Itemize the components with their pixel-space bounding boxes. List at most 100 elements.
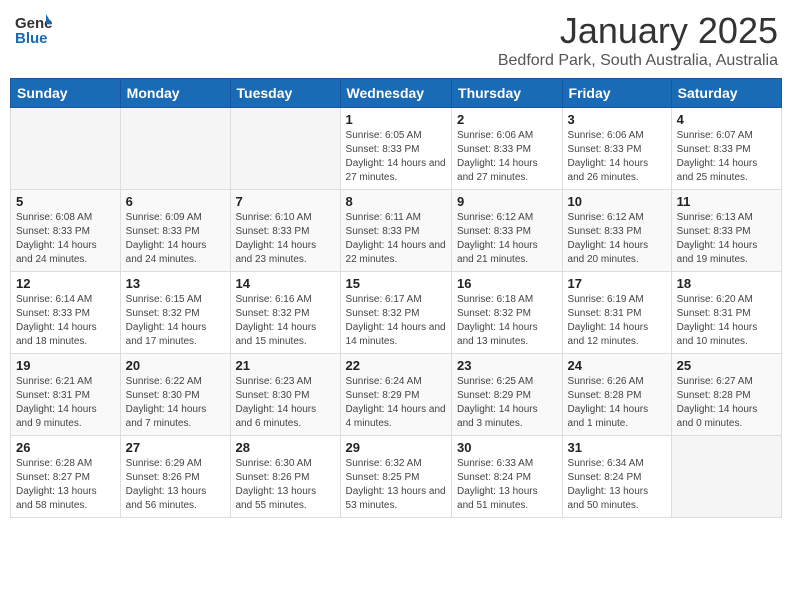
week-row-4: 19 Sunrise: 6:21 AM Sunset: 8:31 PM Dayli… [11,354,782,436]
day-number: 14 [236,276,335,291]
day-number: 4 [677,112,776,127]
day-info: Sunrise: 6:27 AM Sunset: 8:28 PM Dayligh… [677,375,776,431]
day-number: 2 [457,112,557,127]
calendar-cell: 29Sunrise: 6:32 AM Sunset: 8:25 PM Dayli… [340,436,451,518]
day-info: Sunrise: 6:09 AM Sunset: 8:33 PM Dayligh… [126,211,225,267]
calendar-cell: 1 Sunrise: 6:05 AM Sunset: 8:33 PM Daylig… [340,108,451,190]
calendar-cell: 13 Sunrise: 6:15 AM Sunset: 8:32 PM Dayli… [120,272,230,354]
day-number: 30 [457,440,557,455]
calendar-cell [230,108,340,190]
day-info: Sunrise: 6:13 AM Sunset: 8:33 PM Dayligh… [677,211,776,267]
day-number: 27 [126,440,225,455]
calendar-cell: 5Sunrise: 6:08 AM Sunset: 8:33 PM Daylig… [11,190,121,272]
calendar-cell: 8 Sunrise: 6:11 AM Sunset: 8:33 PM Daylig… [340,190,451,272]
day-number: 22 [346,358,446,373]
day-info: Sunrise: 6:34 AM Sunset: 8:24 PM Dayligh… [568,457,666,513]
day-info: Sunrise: 6:19 AM Sunset: 8:31 PM Dayligh… [568,293,666,349]
day-info: Sunrise: 6:20 AM Sunset: 8:31 PM Dayligh… [677,293,776,349]
day-info: Sunrise: 6:32 AM Sunset: 8:25 PM Dayligh… [346,457,446,513]
day-number: 3 [568,112,666,127]
calendar-cell: 2 Sunrise: 6:06 AM Sunset: 8:33 PM Daylig… [452,108,563,190]
weekday-header-thursday: Thursday [452,79,563,108]
calendar-cell: 18 Sunrise: 6:20 AM Sunset: 8:31 PM Dayli… [671,272,781,354]
day-info: Sunrise: 6:07 AM Sunset: 8:33 PM Dayligh… [677,129,776,185]
day-info: Sunrise: 6:10 AM Sunset: 8:33 PM Dayligh… [236,211,335,267]
logo: General Blue [14,10,52,53]
weekday-header-sunday: Sunday [11,79,121,108]
day-info: Sunrise: 6:06 AM Sunset: 8:33 PM Dayligh… [568,129,666,185]
day-number: 18 [677,276,776,291]
calendar-cell: 19 Sunrise: 6:21 AM Sunset: 8:31 PM Dayli… [11,354,121,436]
week-row-2: 5Sunrise: 6:08 AM Sunset: 8:33 PM Daylig… [11,190,782,272]
day-info: Sunrise: 6:28 AM Sunset: 8:27 PM Dayligh… [16,457,115,513]
calendar-cell: 3 Sunrise: 6:06 AM Sunset: 8:33 PM Daylig… [562,108,671,190]
svg-text:Blue: Blue [15,30,48,47]
day-number: 8 [346,194,446,209]
day-info: Sunrise: 6:25 AM Sunset: 8:29 PM Dayligh… [457,375,557,431]
calendar-cell: 4 Sunrise: 6:07 AM Sunset: 8:33 PM Daylig… [671,108,781,190]
weekday-header-friday: Friday [562,79,671,108]
calendar-cell: 23 Sunrise: 6:25 AM Sunset: 8:29 PM Dayli… [452,354,563,436]
day-info: Sunrise: 6:05 AM Sunset: 8:33 PM Dayligh… [346,129,446,185]
day-number: 7 [236,194,335,209]
day-info: Sunrise: 6:24 AM Sunset: 8:29 PM Dayligh… [346,375,446,431]
day-number: 10 [568,194,666,209]
calendar-cell [120,108,230,190]
day-number: 24 [568,358,666,373]
day-info: Sunrise: 6:12 AM Sunset: 8:33 PM Dayligh… [568,211,666,267]
day-number: 9 [457,194,557,209]
day-info: Sunrise: 6:11 AM Sunset: 8:33 PM Dayligh… [346,211,446,267]
day-number: 11 [677,194,776,209]
calendar-cell: 21Sunrise: 6:23 AM Sunset: 8:30 PM Dayli… [230,354,340,436]
day-number: 28 [236,440,335,455]
calendar-cell: 14 Sunrise: 6:16 AM Sunset: 8:32 PM Dayli… [230,272,340,354]
calendar-cell: 16 Sunrise: 6:18 AM Sunset: 8:32 PM Dayli… [452,272,563,354]
calendar-cell: 25 Sunrise: 6:27 AM Sunset: 8:28 PM Dayli… [671,354,781,436]
day-info: Sunrise: 6:14 AM Sunset: 8:33 PM Dayligh… [16,293,115,349]
calendar-cell: 6Sunrise: 6:09 AM Sunset: 8:33 PM Daylig… [120,190,230,272]
weekday-header-monday: Monday [120,79,230,108]
calendar-cell: 27 Sunrise: 6:29 AM Sunset: 8:26 PM Dayli… [120,436,230,518]
weekday-header-tuesday: Tuesday [230,79,340,108]
page-header: General Blue January 2025 Bedford Park, … [10,10,782,70]
day-number: 16 [457,276,557,291]
day-number: 13 [126,276,225,291]
weekday-header-wednesday: Wednesday [340,79,451,108]
calendar-table: SundayMondayTuesdayWednesdayThursdayFrid… [10,78,782,518]
calendar-cell [671,436,781,518]
calendar-cell: 24 Sunrise: 6:26 AM Sunset: 8:28 PM Dayli… [562,354,671,436]
calendar-cell: 31Sunrise: 6:34 AM Sunset: 8:24 PM Dayli… [562,436,671,518]
calendar-cell: 30 Sunrise: 6:33 AM Sunset: 8:24 PM Dayli… [452,436,563,518]
day-number: 25 [677,358,776,373]
day-number: 19 [16,358,115,373]
day-info: Sunrise: 6:30 AM Sunset: 8:26 PM Dayligh… [236,457,335,513]
day-info: Sunrise: 6:16 AM Sunset: 8:32 PM Dayligh… [236,293,335,349]
day-info: Sunrise: 6:06 AM Sunset: 8:33 PM Dayligh… [457,129,557,185]
week-row-5: 26Sunrise: 6:28 AM Sunset: 8:27 PM Dayli… [11,436,782,518]
day-number: 1 [346,112,446,127]
month-title: January 2025 [498,10,778,52]
calendar-cell: 9Sunrise: 6:12 AM Sunset: 8:33 PM Daylig… [452,190,563,272]
calendar-cell: 7 Sunrise: 6:10 AM Sunset: 8:33 PM Daylig… [230,190,340,272]
weekday-header-row: SundayMondayTuesdayWednesdayThursdayFrid… [11,79,782,108]
day-number: 15 [346,276,446,291]
calendar-cell: 26Sunrise: 6:28 AM Sunset: 8:27 PM Dayli… [11,436,121,518]
day-info: Sunrise: 6:08 AM Sunset: 8:33 PM Dayligh… [16,211,115,267]
day-number: 23 [457,358,557,373]
calendar-cell: 17 Sunrise: 6:19 AM Sunset: 8:31 PM Dayli… [562,272,671,354]
day-info: Sunrise: 6:17 AM Sunset: 8:32 PM Dayligh… [346,293,446,349]
calendar-cell: 28 Sunrise: 6:30 AM Sunset: 8:26 PM Dayli… [230,436,340,518]
day-number: 21 [236,358,335,373]
day-info: Sunrise: 6:21 AM Sunset: 8:31 PM Dayligh… [16,375,115,431]
day-info: Sunrise: 6:26 AM Sunset: 8:28 PM Dayligh… [568,375,666,431]
day-info: Sunrise: 6:18 AM Sunset: 8:32 PM Dayligh… [457,293,557,349]
calendar-cell: 12Sunrise: 6:14 AM Sunset: 8:33 PM Dayli… [11,272,121,354]
calendar-cell: 15 Sunrise: 6:17 AM Sunset: 8:32 PM Dayli… [340,272,451,354]
day-info: Sunrise: 6:29 AM Sunset: 8:26 PM Dayligh… [126,457,225,513]
location-title: Bedford Park, South Australia, Australia [498,52,778,70]
day-number: 17 [568,276,666,291]
day-info: Sunrise: 6:33 AM Sunset: 8:24 PM Dayligh… [457,457,557,513]
week-row-3: 12Sunrise: 6:14 AM Sunset: 8:33 PM Dayli… [11,272,782,354]
logo-mark: General Blue [14,10,52,53]
day-info: Sunrise: 6:15 AM Sunset: 8:32 PM Dayligh… [126,293,225,349]
